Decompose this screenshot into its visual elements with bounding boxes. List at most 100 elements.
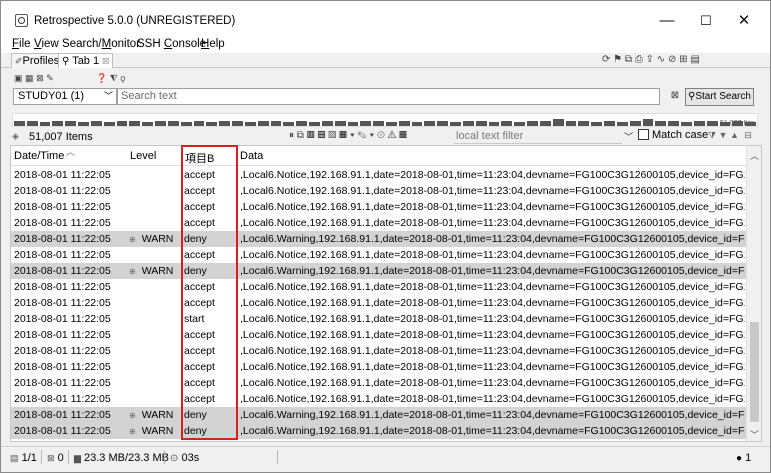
histogram-bar xyxy=(681,122,692,126)
source-select[interactable]: STUDY01 (1) ﹀ xyxy=(13,88,117,105)
copy-icon[interactable]: ⧉ xyxy=(297,130,304,141)
cell-b: deny xyxy=(184,425,207,437)
pin-icon[interactable]: ⚲ xyxy=(120,73,125,83)
grid-icon[interactable]: ▦ xyxy=(339,130,347,141)
cell-data: ,Local6.Notice,192.168.91.1,date=2018-08… xyxy=(240,169,745,181)
menu-file[interactable]: File xyxy=(12,38,31,50)
local-filter-input[interactable]: local text filter xyxy=(454,130,622,144)
table-row[interactable]: 2018-08-01 11:22:05 ⊕ WARN deny ,Local6.Warn… xyxy=(11,231,746,247)
histogram-bar xyxy=(26,121,38,126)
table-row[interactable]: 2018-08-01 11:22:05 accept ,Local6.Notice,… xyxy=(11,215,746,231)
arrow-up-icon[interactable]: ▲ xyxy=(730,130,739,140)
start-search-button[interactable]: ⚲Start Search xyxy=(685,88,754,106)
scroll-up-icon[interactable]: ︿ xyxy=(747,149,762,162)
histogram-bar xyxy=(565,121,577,126)
filter-dropdown-icon[interactable]: ﹀ xyxy=(624,130,633,143)
histogram-bar xyxy=(347,122,359,126)
pause-icon[interactable]: ⏸ xyxy=(289,130,294,141)
pencil-icon[interactable]: ✎ xyxy=(358,130,367,141)
histogram-bar xyxy=(360,121,372,126)
pane-icon[interactable]: ⊟ xyxy=(744,130,752,140)
scroll-down-icon[interactable]: ﹀ xyxy=(747,428,762,441)
source-edit-icon[interactable]: ⊠ xyxy=(36,73,44,83)
table-row[interactable]: 2018-08-01 11:22:05 start ,Local6.Notice,1… xyxy=(11,311,746,327)
cell-level: ⊕ WARN xyxy=(129,233,174,245)
table-row[interactable]: 2018-08-01 11:22:05 ⊕ WARN deny ,Local6.Warn… xyxy=(11,263,746,279)
cell-b: start xyxy=(184,313,205,325)
table-row[interactable]: 2018-08-01 11:22:05 accept ,Local6.Notice,… xyxy=(11,167,746,183)
table-row[interactable]: 2018-08-01 11:22:05 accept ,Local6.Notice,… xyxy=(11,359,746,375)
checkbox-box[interactable] xyxy=(638,129,649,140)
settings-icon[interactable]: ⊘ xyxy=(668,54,676,65)
table-row[interactable]: 2018-08-01 11:22:05 ⊕ WARN deny ,Local6.Warn… xyxy=(11,407,746,423)
warning-icon[interactable]: ⚠ xyxy=(388,130,397,141)
table-row[interactable]: 2018-08-01 11:22:05 accept ,Local6.Notice,… xyxy=(11,199,746,215)
tab-1[interactable]: ⚲ Tab 1 ☒ xyxy=(58,53,114,68)
cell-b: accept xyxy=(184,185,215,197)
copy-icon[interactable]: ⧉ xyxy=(625,54,632,65)
panel-icon[interactable]: ▤ xyxy=(690,54,699,65)
filter-icon[interactable]: ⧨ xyxy=(110,73,118,83)
view-icon[interactable]: ▥ xyxy=(307,130,315,141)
help-icon[interactable]: ❓ xyxy=(96,73,107,83)
timeline-histogram[interactable]: 51,007 Iten xyxy=(12,113,758,127)
cell-date: 2018-08-01 11:22:05 xyxy=(14,377,111,389)
print-icon[interactable]: ⎙ xyxy=(635,54,643,65)
chevron-down-icon[interactable]: ▾ xyxy=(369,130,374,141)
histogram-bar xyxy=(450,122,461,126)
refresh-icon[interactable]: ⟳ xyxy=(602,54,610,65)
cell-b: deny xyxy=(184,409,207,421)
column-header-b[interactable]: 項目B xyxy=(185,150,214,166)
table-row[interactable]: 2018-08-01 11:22:05 accept ,Local6.Notice,… xyxy=(11,327,746,343)
chevron-down-icon[interactable]: ▾ xyxy=(350,130,355,141)
source-toolbar: ▣ ▦ ⊠ ✎ ❓ ⧨ ⚲ xyxy=(14,73,125,84)
histogram-bar xyxy=(642,119,654,126)
menu-ssh-console[interactable]: SSH Console xyxy=(137,38,206,50)
table-row[interactable]: 2018-08-01 11:22:05 accept ,Local6.Notice,… xyxy=(11,183,746,199)
layout-icon[interactable]: ⊞ xyxy=(679,54,687,65)
source-list-icon[interactable]: ▦ xyxy=(25,73,34,83)
funnel-icon[interactable]: ⧩ xyxy=(708,130,716,140)
table-row[interactable]: 2018-08-01 11:22:05 accept ,Local6.Notice,… xyxy=(11,375,746,391)
notifications[interactable]: ● 1 xyxy=(736,452,751,464)
toolbar-icons: ⟳ ⚑ ⧉ ⎙ ⇪ ∿ ⊘ ⊞ ▤ xyxy=(602,53,700,67)
export-icon[interactable]: ⇪ xyxy=(646,54,654,65)
source-add-icon[interactable]: ▣ xyxy=(14,73,23,83)
match-case-checkbox[interactable]: Match case xyxy=(638,129,708,141)
search-input[interactable]: Search text xyxy=(117,88,660,105)
column-header-level[interactable]: Level xyxy=(130,150,156,162)
histogram-bar xyxy=(232,121,243,126)
table-row[interactable]: 2018-08-01 11:22:05 accept ,Local6.Notice,… xyxy=(11,343,746,359)
table-row[interactable]: 2018-08-01 11:22:05 accept ,Local6.Notice,… xyxy=(11,279,746,295)
histogram-bar xyxy=(424,121,436,126)
table-row[interactable]: 2018-08-01 11:22:05 accept ,Local6.Notice,… xyxy=(11,391,746,407)
table-row[interactable]: 2018-08-01 11:22:05 accept ,Local6.Notice,… xyxy=(11,295,746,311)
chart-icon[interactable]: ∿ xyxy=(657,54,665,65)
columns-icon[interactable]: ▧ xyxy=(328,130,336,141)
list-icon[interactable]: ▤ xyxy=(317,130,325,141)
histogram-bar xyxy=(539,121,551,126)
menu-search-monitor[interactable]: Search/Monitor xyxy=(62,38,140,50)
pencil-icon[interactable]: ✎ xyxy=(46,73,54,83)
flag-icon[interactable]: ⚑ xyxy=(613,54,622,65)
table-row[interactable]: 2018-08-01 11:22:05 accept ,Local6.Notice,… xyxy=(11,247,746,263)
search-options-icon[interactable]: ⊠ xyxy=(668,89,682,103)
close-button[interactable]: ✕ xyxy=(721,7,767,35)
histogram-bar xyxy=(501,121,513,126)
scroll-thumb[interactable] xyxy=(750,322,759,422)
menu-help[interactable]: Help xyxy=(201,38,225,50)
clock-icon[interactable]: ⊙ xyxy=(377,130,385,141)
cell-data: ,Local6.Notice,192.168.91.1,date=2018-08… xyxy=(240,393,745,405)
column-header-data[interactable]: Data xyxy=(240,150,263,162)
tab-close-icon[interactable]: ☒ xyxy=(102,57,109,66)
column-header-date[interactable]: Date/Time xyxy=(14,150,64,162)
tab-profiles[interactable]: ✐Profiles xyxy=(11,53,64,68)
table-row[interactable]: 2018-08-01 11:22:05 ⊕ WARN deny ,Local6.Warn… xyxy=(11,423,746,439)
app-window: Retrospective 5.0.0 (UNREGISTERED) — ☐ ✕… xyxy=(0,0,771,473)
arrow-down-icon[interactable]: ▼ xyxy=(719,130,728,140)
vertical-scrollbar[interactable]: ︿ ﹀ xyxy=(746,146,761,441)
menu-view[interactable]: View xyxy=(34,38,59,50)
cell-level: ⊕ WARN xyxy=(129,265,174,277)
memory-status: ▆ 23.3 MB/23.3 MB xyxy=(74,452,169,464)
table-icon[interactable]: ▦ xyxy=(399,130,407,141)
